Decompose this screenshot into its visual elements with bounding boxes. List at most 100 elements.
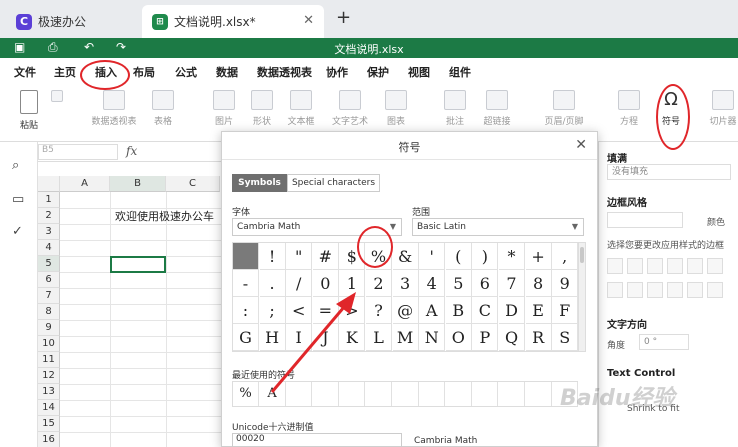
column-header-b[interactable]: B	[110, 176, 166, 192]
symbol-cell[interactable]: S	[552, 324, 579, 351]
equation-button[interactable]: 方程	[614, 90, 644, 127]
recent-symbol-cell[interactable]	[366, 382, 392, 406]
tab-special-characters[interactable]: Special characters	[287, 174, 380, 192]
row-header[interactable]: 9	[38, 320, 60, 336]
comment-button[interactable]: 批注	[440, 90, 470, 127]
angle-input[interactable]: 0 °	[639, 334, 689, 350]
fx-icon[interactable]: fx	[126, 144, 137, 158]
comment-panel-icon[interactable]: ▭	[12, 192, 24, 207]
row-header[interactable]: 10	[38, 336, 60, 352]
border-style-select[interactable]	[607, 212, 683, 228]
pivot-table-button[interactable]: 数据透视表	[86, 90, 142, 127]
border-option[interactable]	[707, 258, 723, 274]
recent-symbol-cell[interactable]: A	[260, 382, 286, 406]
menu-pivot[interactable]: 数据透视表	[257, 64, 312, 80]
recent-symbol-cell[interactable]	[419, 382, 446, 406]
paste-button[interactable]: 粘贴	[14, 90, 44, 131]
row-header[interactable]: 13	[38, 384, 60, 400]
border-option[interactable]	[607, 258, 623, 274]
recent-symbol-cell[interactable]	[393, 382, 419, 406]
symbol-cell[interactable]: 0	[312, 270, 339, 297]
symbol-cell[interactable]: L	[366, 324, 392, 351]
spellcheck-icon[interactable]: ✓	[12, 224, 23, 239]
symbol-cell[interactable]: /	[286, 270, 313, 297]
close-tab-icon[interactable]: ✕	[303, 13, 314, 28]
symbol-cell[interactable]: E	[525, 297, 552, 324]
hyperlink-button[interactable]: 超链接	[478, 90, 516, 127]
symbol-cell[interactable]: I	[286, 324, 313, 351]
symbol-cell[interactable]: #	[312, 243, 339, 270]
menu-data[interactable]: 数据	[216, 64, 238, 80]
symbol-cell[interactable]: =	[312, 297, 339, 324]
menu-view[interactable]: 视图	[408, 64, 430, 80]
symbol-cell[interactable]: Q	[499, 324, 525, 351]
row-header[interactable]: 14	[38, 400, 60, 416]
symbol-cell[interactable]: O	[445, 324, 472, 351]
symbol-cell[interactable]: 8	[525, 270, 552, 297]
symbol-cell[interactable]: M	[392, 324, 419, 351]
symbol-cell[interactable]: 5	[445, 270, 472, 297]
recent-symbol-cell[interactable]	[526, 382, 552, 406]
selected-cell-b5[interactable]	[110, 256, 166, 273]
tab-home[interactable]: C 极速办公	[6, 5, 136, 38]
recent-symbol-cell[interactable]	[446, 382, 472, 406]
column-header-a[interactable]: A	[60, 176, 110, 192]
row-header[interactable]: 6	[38, 272, 60, 288]
border-option[interactable]	[687, 282, 703, 298]
symbol-cell[interactable]: J	[312, 324, 339, 351]
textart-button[interactable]: 文字艺术	[326, 90, 374, 127]
symbol-cell[interactable]: 1	[339, 270, 366, 297]
textbox-button[interactable]: 文本框	[284, 90, 318, 127]
symbol-cell[interactable]: !	[259, 243, 286, 270]
symbol-cell[interactable]: .	[259, 270, 286, 297]
close-icon[interactable]: ✕	[575, 137, 587, 153]
symbol-cell[interactable]: <	[286, 297, 313, 324]
symbol-cell[interactable]: G	[233, 324, 259, 351]
menu-components[interactable]: 组件	[449, 64, 471, 80]
search-icon[interactable]: ⌕	[12, 158, 19, 173]
header-footer-button[interactable]: 页眉/页脚	[540, 90, 588, 127]
menu-collaborate[interactable]: 协作	[326, 64, 348, 80]
copy-button[interactable]	[50, 90, 64, 106]
menu-layout[interactable]: 布局	[133, 64, 155, 80]
symbol-cell[interactable]: 7	[499, 270, 525, 297]
symbol-cell[interactable]: C	[472, 297, 499, 324]
recent-symbol-cell[interactable]: %	[233, 382, 259, 406]
symbol-cell[interactable]: ;	[259, 297, 286, 324]
shape-button[interactable]: 形状	[246, 90, 278, 127]
image-button[interactable]: 图片	[208, 90, 240, 127]
border-option[interactable]	[627, 282, 643, 298]
range-select[interactable]: Basic Latin ▼	[412, 218, 584, 236]
cell-b2[interactable]: 欢迎使用极速办公车	[115, 208, 214, 224]
row-header[interactable]: 7	[38, 288, 60, 304]
symbol-cell[interactable]: N	[419, 324, 446, 351]
symbol-cell[interactable]: :	[233, 297, 259, 324]
symbol-cell[interactable]: "	[286, 243, 313, 270]
row-header[interactable]: 15	[38, 416, 60, 432]
symbol-cell[interactable]: -	[233, 270, 259, 297]
symbol-cell[interactable]: (	[445, 243, 472, 270]
row-header[interactable]: 8	[38, 304, 60, 320]
symbol-cell[interactable]: P	[472, 324, 499, 351]
menu-file[interactable]: 文件	[14, 64, 36, 80]
symbol-cell[interactable]: @	[392, 297, 419, 324]
column-header-c[interactable]: C	[166, 176, 220, 192]
symbol-cell[interactable]: 2	[366, 270, 392, 297]
symbol-cell[interactable]: B	[445, 297, 472, 324]
corner-cell[interactable]	[38, 176, 60, 192]
scrollbar-thumb[interactable]	[580, 247, 584, 263]
spreadsheet-grid[interactable]: A B C 1 2 3 4 5 6 7 8 9 10 11 12 13 14 1…	[38, 176, 238, 447]
symbol-cell[interactable]	[233, 243, 259, 270]
row-header[interactable]: 11	[38, 352, 60, 368]
row-header[interactable]: 3	[38, 224, 60, 240]
row-header[interactable]: 5	[38, 256, 60, 272]
name-box[interactable]: B5	[38, 144, 118, 160]
symbol-cell[interactable]: )	[472, 243, 499, 270]
symbol-cell[interactable]: 6	[472, 270, 499, 297]
border-option[interactable]	[607, 282, 623, 298]
symbol-cell[interactable]: ?	[366, 297, 392, 324]
row-header[interactable]: 16	[38, 432, 60, 447]
tab-symbols[interactable]: Symbols	[232, 174, 287, 192]
recent-symbol-cell[interactable]	[472, 382, 499, 406]
tab-document[interactable]: ⊞ 文档说明.xlsx* ✕	[142, 5, 324, 38]
